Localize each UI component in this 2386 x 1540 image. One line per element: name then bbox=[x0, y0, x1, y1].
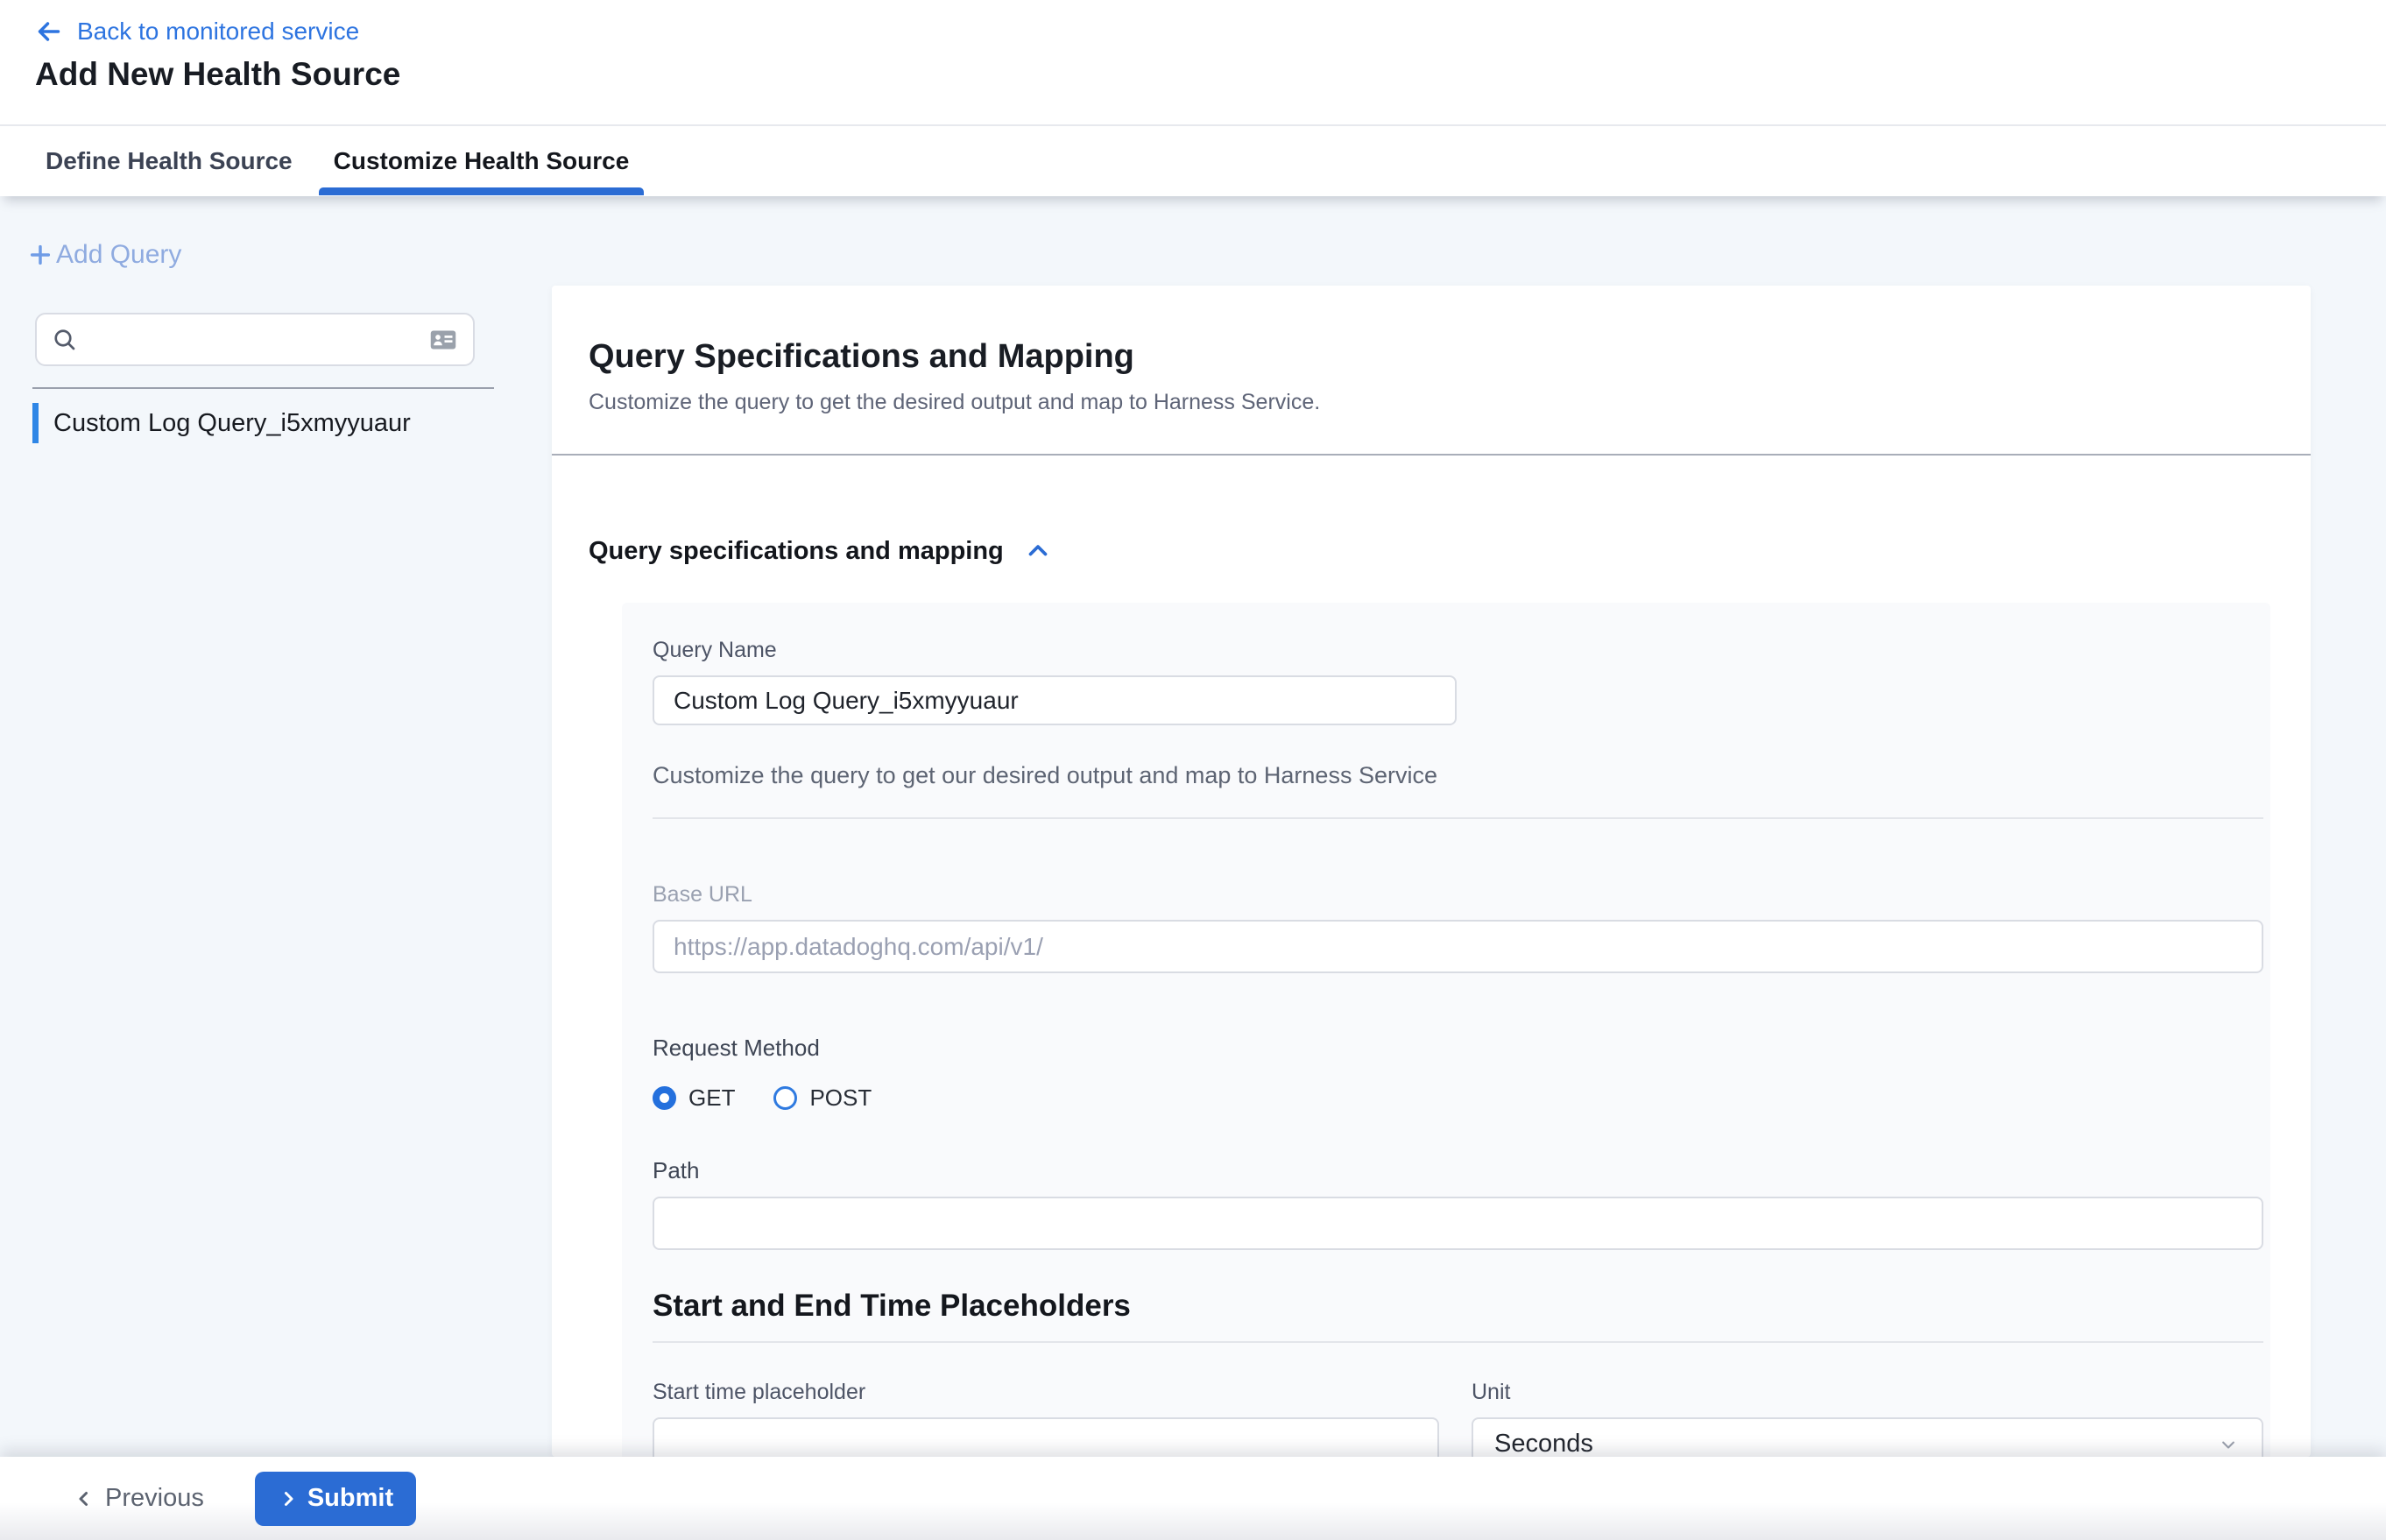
radio-post-icon[interactable] bbox=[773, 1086, 797, 1110]
back-arrow-icon bbox=[33, 16, 65, 47]
chevron-down-icon bbox=[2216, 1432, 2241, 1457]
panel-body: Query specifications and mapping Query N… bbox=[552, 536, 2311, 1457]
add-health-source-page: Back to monitored service Add New Health… bbox=[0, 0, 2386, 1540]
query-form-card: Query Name Customize the query to get ou… bbox=[622, 603, 2270, 1457]
tab-bar: Define Health Source Customize Health So… bbox=[0, 124, 2386, 196]
selected-indicator-bar bbox=[32, 403, 39, 443]
plus-icon bbox=[26, 241, 54, 269]
query-search-box bbox=[35, 313, 475, 366]
submit-label: Submit bbox=[307, 1484, 393, 1513]
radio-post-label: POST bbox=[809, 1084, 872, 1112]
sidebar-divider bbox=[32, 387, 494, 389]
previous-button[interactable]: Previous bbox=[74, 1484, 204, 1513]
query-item-label: Custom Log Query_i5xmyyuaur bbox=[53, 409, 411, 438]
active-tab-underline bbox=[319, 187, 645, 195]
tab-customize-health-source[interactable]: Customize Health Source bbox=[334, 126, 630, 196]
chevron-right-icon bbox=[278, 1488, 299, 1509]
request-method-radio-group: GET POST bbox=[653, 1084, 2263, 1112]
query-name-helper: Customize the query to get our desired o… bbox=[653, 762, 2263, 789]
back-to-monitored-service-link[interactable]: Back to monitored service bbox=[33, 16, 359, 47]
id-card-icon[interactable] bbox=[427, 324, 459, 356]
unit-select-value: Seconds bbox=[1494, 1430, 1593, 1457]
page-title: Add New Health Source bbox=[35, 56, 400, 93]
query-list-item[interactable]: Custom Log Query_i5xmyyuaur bbox=[32, 403, 411, 443]
search-input[interactable] bbox=[89, 326, 427, 353]
chevron-up-icon[interactable] bbox=[1023, 536, 1053, 566]
panel-header: Query Specifications and Mapping Customi… bbox=[552, 286, 2311, 456]
radio-get-selected-icon[interactable] bbox=[653, 1086, 676, 1110]
path-input[interactable] bbox=[653, 1197, 2263, 1250]
time-placeholder-row: Start time placeholder Unit Seconds bbox=[653, 1380, 2263, 1457]
start-time-label: Start time placeholder bbox=[653, 1380, 1439, 1405]
search-icon bbox=[51, 326, 79, 354]
unit-select[interactable]: Seconds bbox=[1472, 1417, 2263, 1457]
request-method-label: Request Method bbox=[653, 1035, 2263, 1062]
unit-label: Unit bbox=[1472, 1380, 2263, 1405]
base-url-label: Base URL bbox=[653, 882, 2263, 908]
radio-get-label: GET bbox=[688, 1084, 735, 1112]
page-header: Back to monitored service Add New Health… bbox=[0, 0, 2386, 124]
panel-subtitle: Customize the query to get the desired o… bbox=[589, 390, 2274, 415]
query-sidebar: Add Query Custom Log Query_i5xmyyuaur bbox=[0, 196, 552, 1457]
form-divider bbox=[653, 817, 2263, 819]
submit-button[interactable]: Submit bbox=[255, 1472, 416, 1526]
query-spec-panel: Query Specifications and Mapping Customi… bbox=[552, 286, 2311, 1457]
start-time-input[interactable] bbox=[653, 1417, 1439, 1457]
radio-option-post[interactable]: POST bbox=[773, 1084, 872, 1112]
previous-label: Previous bbox=[105, 1484, 204, 1513]
time-placeholders-heading: Start and End Time Placeholders bbox=[653, 1289, 2263, 1324]
path-label: Path bbox=[653, 1157, 2263, 1184]
unit-field: Unit Seconds bbox=[1472, 1380, 2263, 1457]
footer-bar: Previous Submit bbox=[0, 1457, 2386, 1540]
panel-title: Query Specifications and Mapping bbox=[589, 338, 2274, 376]
tab-define-health-source[interactable]: Define Health Source bbox=[46, 126, 293, 196]
base-url-input[interactable] bbox=[653, 920, 2263, 973]
add-query-button[interactable]: Add Query bbox=[26, 240, 181, 270]
subsection-divider bbox=[653, 1341, 2263, 1343]
section-heading: Query specifications and mapping bbox=[589, 536, 2274, 566]
query-name-input[interactable] bbox=[653, 675, 1457, 725]
add-query-label: Add Query bbox=[56, 240, 181, 270]
chevron-left-icon bbox=[74, 1488, 95, 1509]
query-name-label: Query Name bbox=[653, 638, 777, 662]
back-link-label: Back to monitored service bbox=[77, 18, 359, 46]
radio-option-get[interactable]: GET bbox=[653, 1084, 735, 1112]
start-time-field: Start time placeholder bbox=[653, 1380, 1439, 1457]
